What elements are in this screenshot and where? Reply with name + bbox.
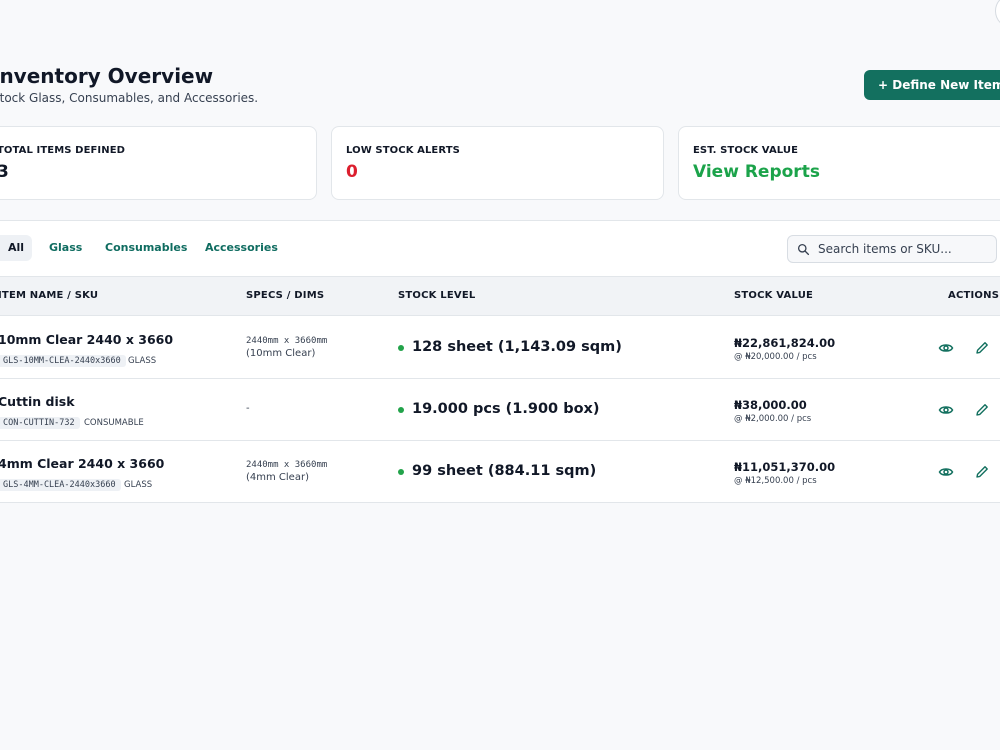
stat-value: 0 (346, 162, 358, 182)
item-name: 10mm Clear 2440 x 3660 (0, 332, 174, 347)
stat-card-stock-value: EST. STOCK VALUE View Reports (678, 126, 1000, 200)
tab-consumables[interactable]: Consumables (97, 235, 195, 261)
table-row: Cuttin disk CON-CUTTIN-732 CONSUMABLE - … (0, 379, 1000, 441)
specs-dims: 2440mm x 3660mm (246, 460, 328, 470)
sku-badge: GLS-4MM-CLEA-2440x3660 (0, 479, 121, 491)
category-label: CONSUMABLE (84, 418, 144, 428)
stock-status-dot (398, 469, 404, 475)
specs-dims: - (246, 403, 250, 414)
unit-price: @ ₦12,500.00 / pcs (734, 476, 817, 486)
stock-level: 19.000 pcs (1.900 box) (412, 401, 600, 417)
stat-card-total-items: TOTAL ITEMS DEFINED 3 (0, 126, 317, 200)
table-row: 10mm Clear 2440 x 3660 GLS-10MM-CLEA-244… (0, 317, 1000, 379)
category-label: GLASS (128, 356, 157, 366)
header-stock-value: STOCK VALUE (734, 290, 814, 301)
stock-level: 128 sheet (1,143.09 sqm) (412, 339, 622, 355)
header-stock-level: STOCK LEVEL (398, 290, 476, 301)
item-name: 4mm Clear 2440 x 3660 (0, 456, 165, 471)
stock-value: ₦38,000.00 (734, 398, 807, 412)
page-subtitle: Stock Glass, Consumables, and Accessorie… (0, 91, 259, 105)
stat-value: 3 (0, 162, 9, 182)
header-specs: SPECS / DIMS (246, 290, 325, 301)
specs-dims: 2440mm x 3660mm (246, 336, 328, 346)
inventory-table-panel: All Glass Consumables Accessories Search… (0, 220, 1000, 503)
stock-value: ₦11,051,370.00 (734, 460, 836, 474)
tab-all[interactable]: All (0, 235, 33, 261)
specs-desc: (4mm Clear) (246, 472, 309, 483)
unit-price: @ ₦20,000.00 / pcs (734, 352, 817, 362)
tab-glass[interactable]: Glass (41, 235, 90, 261)
stock-status-dot (398, 407, 404, 413)
stat-label: LOW STOCK ALERTS (346, 145, 460, 156)
search-placeholder: Search items or SKU... (818, 242, 952, 256)
sku-badge: GLS-10MM-CLEA-2440x3660 (0, 355, 126, 367)
header-item-name: ITEM NAME / SKU (0, 290, 99, 301)
pencil-icon[interactable] (974, 464, 990, 480)
view-reports-link[interactable]: View Reports (693, 162, 820, 182)
stock-status-dot (398, 345, 404, 351)
unit-price: @ ₦2,000.00 / pcs (734, 414, 812, 424)
table-row: 4mm Clear 2440 x 3660 GLS-4MM-CLEA-2440x… (0, 441, 1000, 503)
eye-icon[interactable] (938, 402, 954, 418)
sku-badge: CON-CUTTIN-732 (0, 417, 80, 429)
search-icon (797, 243, 810, 256)
eye-icon[interactable] (938, 464, 954, 480)
search-input[interactable]: Search items or SKU... (787, 235, 997, 263)
top-right-round-button[interactable] (995, 0, 1000, 28)
pencil-icon[interactable] (974, 340, 990, 356)
table-header: ITEM NAME / SKU SPECS / DIMS STOCK LEVEL… (0, 276, 1000, 316)
stat-label: TOTAL ITEMS DEFINED (0, 145, 126, 156)
define-new-item-button[interactable]: + Define New Item (864, 70, 1000, 100)
stat-card-low-stock: LOW STOCK ALERTS 0 (331, 126, 664, 200)
stock-value: ₦22,861,824.00 (734, 336, 836, 350)
specs-desc: (10mm Clear) (246, 348, 316, 359)
header-actions: ACTIONS (948, 290, 1000, 301)
page-title: Inventory Overview (0, 64, 214, 88)
item-name: Cuttin disk (0, 394, 75, 409)
inventory-page: Inventory Overview Stock Glass, Consumab… (0, 0, 1000, 750)
category-label: GLASS (124, 480, 153, 490)
eye-icon[interactable] (938, 340, 954, 356)
tab-accessories[interactable]: Accessories (197, 235, 286, 261)
pencil-icon[interactable] (974, 402, 990, 418)
stock-level: 99 sheet (884.11 sqm) (412, 463, 597, 479)
stat-label: EST. STOCK VALUE (693, 145, 799, 156)
